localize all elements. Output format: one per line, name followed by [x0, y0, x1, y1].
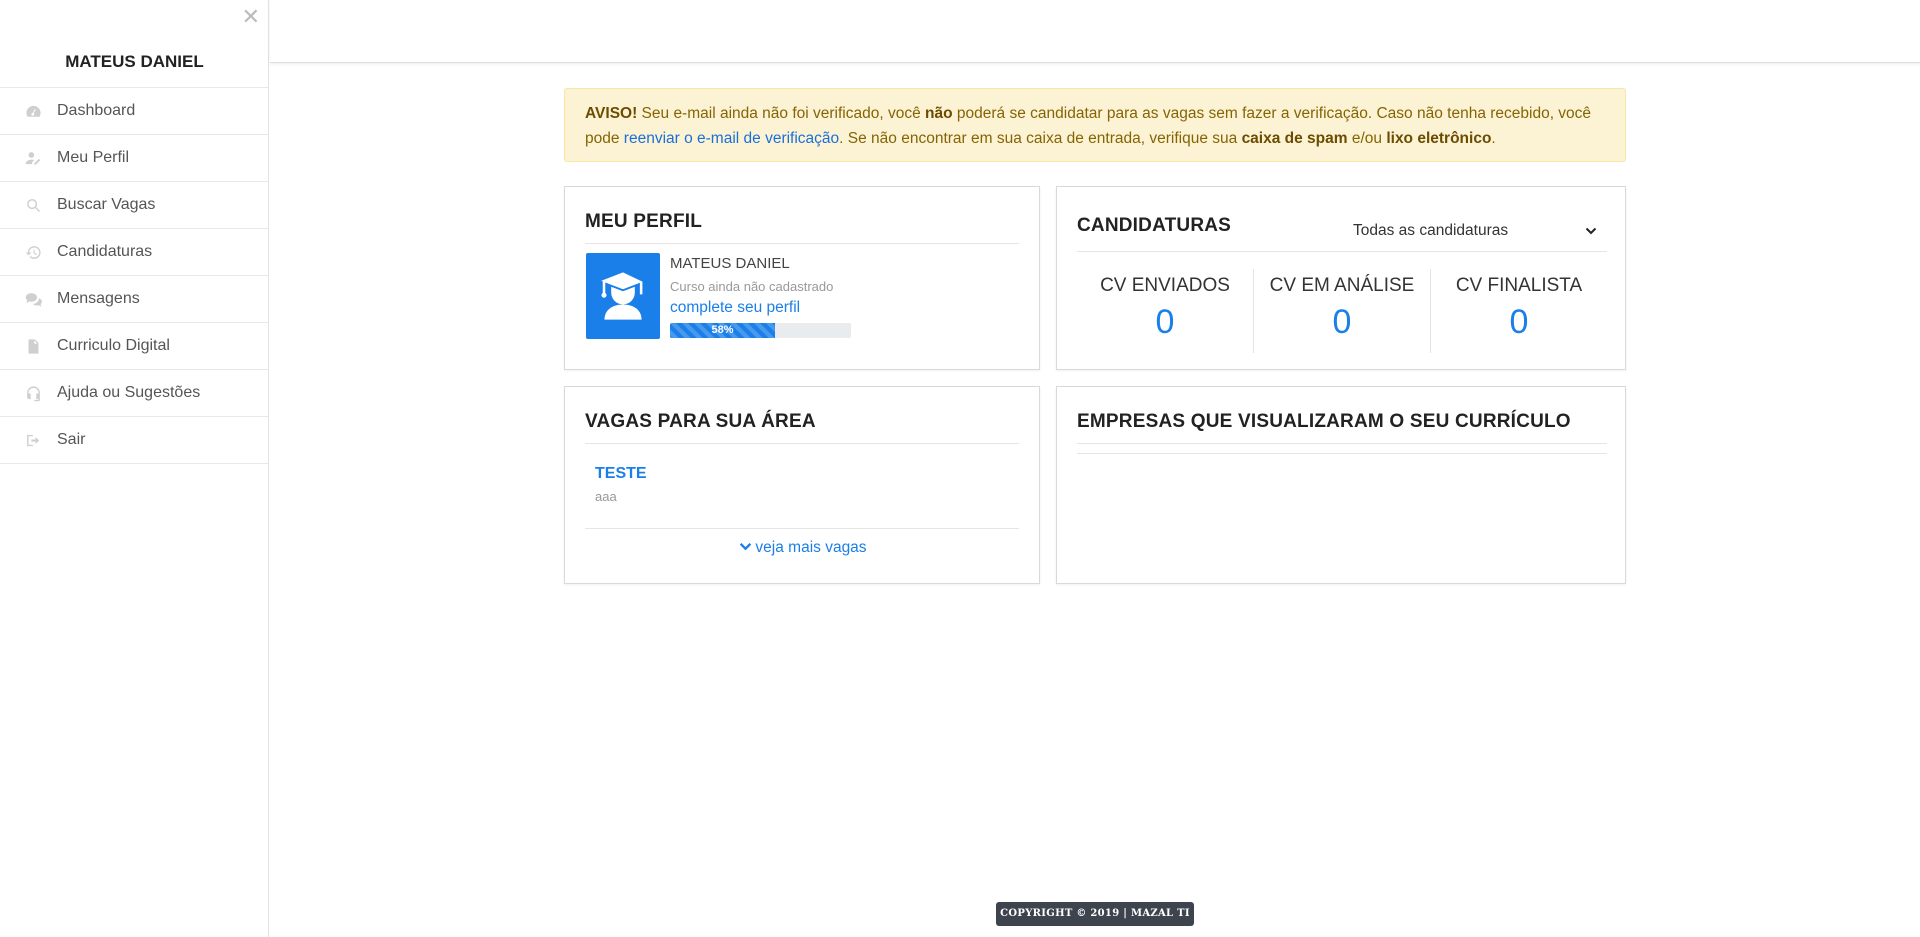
divider — [1077, 251, 1607, 252]
divider — [585, 443, 1019, 444]
stat-value: 0 — [1509, 303, 1529, 341]
stat-label: CV FINALISTA — [1455, 275, 1583, 296]
alert-bold: não — [925, 105, 953, 122]
sidebar-item-ajuda[interactable]: Ajuda ou Sugestões — [0, 370, 269, 417]
sidebar-item-curriculo-digital[interactable]: Curriculo Digital — [0, 323, 269, 370]
sidebar-item-label: Buscar Vagas — [57, 196, 156, 213]
more-jobs-link[interactable]: veja mais vagas — [565, 539, 1041, 557]
copyright-badge: COPYRIGHT © 2019 | MAZAL TI — [996, 902, 1194, 926]
alert-bold: lixo eletrônico — [1386, 130, 1492, 147]
stat-cv-finalista: CV FINALISTA 0 — [1431, 269, 1607, 353]
user-edit-icon — [24, 149, 42, 167]
sidebar-nav: Dashboard Meu Perfil Buscar Vagas Candid… — [0, 88, 269, 464]
graduate-icon — [601, 272, 643, 320]
alert-text: e/ou — [1347, 130, 1387, 147]
sidebar-item-label: Mensagens — [57, 290, 140, 307]
sidebar-item-label: Curriculo Digital — [57, 337, 170, 354]
candidaturas-card-title: CANDIDATURAS — [1077, 215, 1232, 236]
sidebar: ✕ MATEUS DANIEL Dashboard Meu Perfil Bus… — [0, 0, 269, 937]
resend-verification-link[interactable]: reenviar o e-mail de verificação — [624, 130, 839, 147]
sidebar-item-sair[interactable]: Sair — [0, 417, 269, 464]
stat-value: 0 — [1155, 303, 1175, 341]
email-verification-alert: AVISO! Seu e-mail ainda não foi verifica… — [564, 88, 1626, 162]
sidebar-user-name: MATEUS DANIEL — [0, 36, 269, 88]
stat-cv-em-analise: CV EM ANÁLISE 0 — [1254, 269, 1431, 353]
topbar — [270, 0, 1920, 63]
stat-cv-enviados: CV ENVIADOS 0 — [1077, 269, 1254, 353]
vagas-card: VAGAS PARA SUA ÁREA TESTE aaa veja mais … — [564, 386, 1040, 584]
headset-icon — [24, 384, 42, 402]
close-icon[interactable]: ✕ — [242, 6, 260, 28]
sidebar-item-mensagens[interactable]: Mensagens — [0, 276, 269, 323]
sidebar-item-label: Meu Perfil — [57, 149, 130, 166]
alert-text: Seu e-mail ainda não foi verificado, voc… — [637, 105, 926, 122]
stat-label: CV EM ANÁLISE — [1269, 275, 1415, 296]
divider — [1077, 453, 1607, 454]
empresas-card-title: EMPRESAS QUE VISUALIZARAM O SEU CURRÍCUL… — [1077, 411, 1571, 432]
sidebar-item-meu-perfil[interactable]: Meu Perfil — [0, 135, 269, 182]
dashboard-icon — [24, 102, 42, 120]
chevron-down-icon — [740, 542, 752, 551]
sidebar-item-dashboard[interactable]: Dashboard — [0, 88, 269, 135]
sidebar-item-label: Candidaturas — [57, 243, 153, 260]
sign-out-icon — [24, 431, 42, 449]
divider — [585, 528, 1019, 529]
stat-value: 0 — [1332, 303, 1352, 341]
vagas-card-title: VAGAS PARA SUA ÁREA — [585, 411, 816, 432]
sidebar-item-buscar-vagas[interactable]: Buscar Vagas — [0, 182, 269, 229]
candidaturas-filter-select[interactable]: Todas as candidaturas — [1345, 217, 1605, 245]
avatar — [586, 253, 660, 339]
search-icon — [24, 196, 42, 214]
divider — [1077, 443, 1607, 444]
candidaturas-card: CANDIDATURAS Todas as candidaturas CV EN… — [1056, 186, 1626, 370]
divider — [585, 243, 1019, 244]
empresas-card: EMPRESAS QUE VISUALIZARAM O SEU CURRÍCUL… — [1056, 386, 1626, 584]
alert-prefix: AVISO! — [585, 105, 638, 122]
profile-progress-bar: 58% — [670, 323, 851, 338]
profile-card-title: MEU PERFIL — [585, 211, 703, 232]
sidebar-item-label: Ajuda ou Sugestões — [57, 384, 201, 401]
file-icon — [24, 337, 42, 355]
sidebar-item-candidaturas[interactable]: Candidaturas — [0, 229, 269, 276]
job-subtitle: aaa — [595, 489, 617, 504]
profile-progress-fill: 58% — [670, 323, 775, 338]
chevron-down-icon — [1585, 227, 1597, 235]
complete-profile-link[interactable]: complete seu perfil — [670, 299, 800, 317]
history-icon — [24, 243, 42, 261]
sidebar-item-label: Dashboard — [57, 102, 136, 119]
alert-text: . Se não encontrar em sua caixa de entra… — [839, 130, 1242, 147]
profile-card: MEU PERFIL MATEUS DANIEL Curso ainda não… — [564, 186, 1040, 370]
candidaturas-stats: CV ENVIADOS 0 CV EM ANÁLISE 0 CV FINALIS… — [1077, 269, 1607, 353]
stat-label: CV ENVIADOS — [1100, 275, 1230, 296]
job-title-link[interactable]: TESTE — [595, 465, 647, 483]
comments-icon — [24, 290, 42, 308]
filter-selected-value: Todas as candidaturas — [1353, 222, 1509, 239]
sidebar-item-label: Sair — [57, 431, 86, 448]
profile-name: MATEUS DANIEL — [670, 255, 790, 272]
alert-bold: caixa de spam — [1241, 130, 1348, 147]
alert-text: . — [1491, 130, 1496, 147]
profile-course: Curso ainda não cadastrado — [670, 279, 834, 294]
more-jobs-label: veja mais vagas — [755, 539, 867, 556]
